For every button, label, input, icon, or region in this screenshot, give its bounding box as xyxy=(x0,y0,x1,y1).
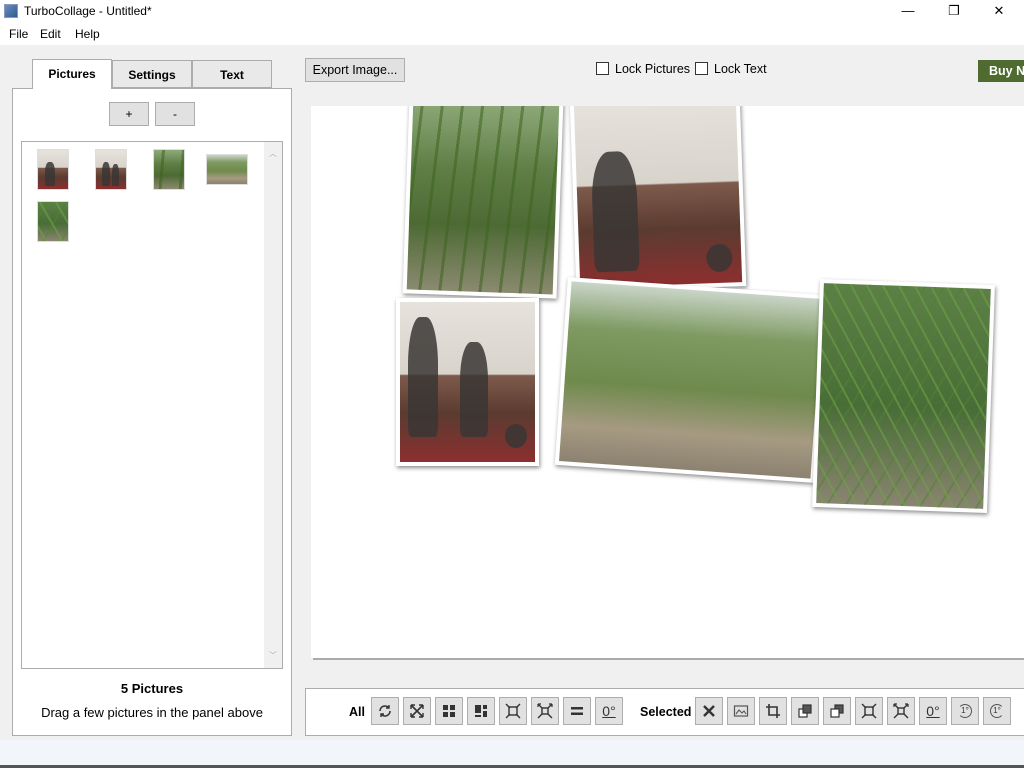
lock-text-checkbox[interactable] xyxy=(695,62,708,75)
menu-edit[interactable]: Edit xyxy=(40,27,61,41)
expand-icon xyxy=(861,703,877,719)
fit-all-icon xyxy=(410,704,424,718)
app-icon xyxy=(4,4,18,18)
send-backward-button[interactable] xyxy=(823,697,851,725)
bring-forward-button[interactable] xyxy=(791,697,819,725)
all-label: All xyxy=(349,705,365,719)
grid-layout-button[interactable] xyxy=(435,697,463,725)
thumbnail-list[interactable] xyxy=(21,141,283,669)
mosaic-icon xyxy=(475,705,487,717)
remove-picture-button[interactable]: - xyxy=(155,102,195,126)
image-icon xyxy=(733,705,749,717)
rotate-left-icon: 1° xyxy=(958,704,972,718)
bring-forward-icon xyxy=(798,704,812,718)
fit-all-button[interactable] xyxy=(403,697,431,725)
lock-pictures-checkbox[interactable] xyxy=(596,62,609,75)
mosaic-layout-button[interactable] xyxy=(467,697,495,725)
delete-selected-button[interactable] xyxy=(695,697,723,725)
close-button[interactable]: ✕ xyxy=(976,0,1022,23)
shuffle-icon xyxy=(379,705,391,717)
zero-rotation-all-button[interactable]: 0° xyxy=(595,697,623,725)
thumbnail-bamboo-photo-2[interactable] xyxy=(37,201,69,242)
send-backward-icon xyxy=(830,704,844,718)
selected-label: Selected xyxy=(640,705,692,719)
thumbnail-garden-photo[interactable] xyxy=(206,154,248,185)
lock-pictures-label: Lock Pictures xyxy=(615,62,691,76)
collage-photo-room-1[interactable] xyxy=(569,106,747,292)
thumbnail-room-photo-1[interactable] xyxy=(37,149,69,190)
collage-photo-bamboo-2[interactable] xyxy=(812,279,995,513)
minimize-button[interactable]: — xyxy=(885,0,931,23)
picture-count: 5 Pictures xyxy=(120,681,184,696)
collage-photo-room-2[interactable] xyxy=(396,298,539,466)
shrink-icon xyxy=(893,703,909,719)
shuffle-all-button[interactable] xyxy=(371,697,399,725)
zero-rotation-selected-button[interactable]: 0° xyxy=(919,697,947,725)
scroll-up-icon[interactable]: ︿ xyxy=(269,148,277,159)
shrink-icon xyxy=(537,703,553,719)
menu-help[interactable]: Help xyxy=(75,27,100,41)
collage-photo-garden[interactable] xyxy=(554,277,828,483)
tab-pictures[interactable]: Pictures xyxy=(32,59,112,89)
shrink-selected-button[interactable] xyxy=(887,697,915,725)
expand-selected-button[interactable] xyxy=(855,697,883,725)
rotate-right-button[interactable]: 1° xyxy=(983,697,1011,725)
tab-settings[interactable]: Settings xyxy=(112,60,192,88)
buy-now-button[interactable]: Buy Now xyxy=(978,60,1024,82)
replace-image-button[interactable] xyxy=(727,697,755,725)
add-picture-button[interactable]: + xyxy=(109,102,149,126)
delete-icon xyxy=(703,705,715,717)
shrink-all-button[interactable] xyxy=(531,697,559,725)
drag-hint: Drag a few pictures in the panel above xyxy=(41,705,263,720)
collage-canvas[interactable] xyxy=(311,106,1024,658)
crop-button[interactable] xyxy=(759,697,787,725)
export-image-button[interactable]: Export Image... xyxy=(305,58,405,82)
equal-icon xyxy=(571,707,583,715)
collage-canvas-viewport xyxy=(311,106,1024,660)
tab-text[interactable]: Text xyxy=(192,60,272,88)
menu-bar xyxy=(0,23,1024,45)
thumbnail-bamboo-photo-1[interactable] xyxy=(153,149,185,190)
collage-photo-bamboo-1[interactable] xyxy=(402,106,564,299)
restore-button[interactable]: ❐ xyxy=(931,0,977,23)
lock-text-label: Lock Text xyxy=(714,62,767,76)
rotate-right-icon: 1° xyxy=(990,704,1004,718)
expand-icon xyxy=(505,703,521,719)
thumbnail-scrollbar[interactable]: ︿ ﹀ xyxy=(264,142,282,668)
rotate-left-button[interactable]: 1° xyxy=(951,697,979,725)
menu-file[interactable]: File xyxy=(9,27,28,41)
status-bar xyxy=(0,740,1024,768)
grid-icon xyxy=(443,705,455,717)
window-title: TurboCollage - Untitled* xyxy=(24,4,152,18)
scroll-down-icon[interactable]: ﹀ xyxy=(269,650,277,661)
equal-size-button[interactable] xyxy=(563,697,591,725)
crop-icon xyxy=(766,704,780,718)
thumbnail-room-photo-2[interactable] xyxy=(95,149,127,190)
title-bar xyxy=(0,0,1024,23)
expand-all-button[interactable] xyxy=(499,697,527,725)
